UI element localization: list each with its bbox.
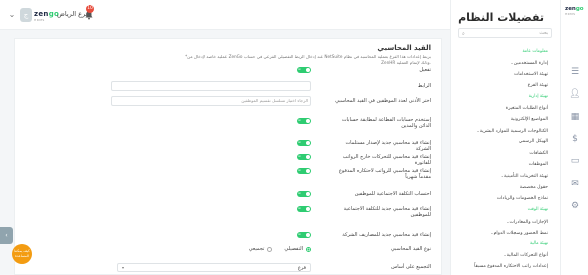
- sidebar-item[interactable]: الكشافات: [529, 151, 548, 156]
- sidebar-item[interactable]: أنواع الطلبات المتغيرة: [506, 106, 548, 111]
- avatar[interactable]: ج: [20, 8, 32, 22]
- label-allocation: اختر الأدنى لعدد الموظفين في القيد المحا…: [335, 98, 431, 104]
- accounting-entry-panel: القيد المحاسبي *عملية خاصة لإدخال من Zen…: [14, 38, 442, 275]
- label-enable: تفعيل: [419, 67, 431, 73]
- row-link: الرابط: [23, 81, 431, 93]
- row-entry-outside: إنشاء قيد محاسبي للتحركات خارج الرواتب ل…: [23, 154, 431, 166]
- sidebar-category: تهيئة إدارية: [528, 94, 548, 100]
- sidebar-item[interactable]: نماذج الخصومات والزيادات: [497, 196, 548, 201]
- label-entry-per-dept: إنشاء قيد محاسبي جديد لإصدار مستلمات الش…: [345, 140, 431, 152]
- label-split-accounts: إستخدم حسابات الفطاعة لمطابقة حسابات الد…: [341, 117, 431, 129]
- sidebar-item[interactable]: ⌄إدارة المستخدمين: [507, 60, 548, 66]
- menu-icon[interactable]: ☰: [569, 66, 581, 78]
- logo-sub: HRMS: [34, 18, 45, 22]
- chevron-down-icon[interactable]: ⌄: [6, 9, 18, 21]
- sidebar-item[interactable]: ⌄الإجازات والمغادرات: [503, 219, 548, 225]
- sidebar-item[interactable]: ⌄أنواع التحركات المالية: [500, 252, 548, 258]
- chat-icon[interactable]: ✉: [569, 178, 581, 190]
- section-description: *عملية خاصة لإدخال من ZenGo عند إدخال ال…: [185, 54, 431, 65]
- toggle-entry-per-dept[interactable]: on: [297, 140, 311, 146]
- row-group-by: التجميع على أساس فرع ▾: [23, 263, 431, 274]
- sidebar-category: تهيئة مالية: [530, 241, 548, 247]
- row-entry-social-cost: إنشاء قيد محاسبي جديد للتكلفة الاجتماعية…: [23, 206, 431, 218]
- row-split-accounts: إستخدم حسابات الفطاعة لمطابقة حسابات الد…: [23, 117, 431, 129]
- notification-badge: 10: [86, 5, 94, 13]
- sidebar-item[interactable]: المواضيع الإلكترونية: [511, 117, 548, 122]
- rail-logo[interactable]: zengo HRMS: [565, 6, 584, 16]
- sidebar-item[interactable]: الهيكل الرسمي: [519, 139, 548, 144]
- row-enable: تفعيل on: [23, 67, 431, 77]
- radio-detailed[interactable]: التفصيلي: [284, 246, 311, 252]
- group-by-select[interactable]: فرع ▾: [117, 263, 311, 272]
- logo-main: zen: [34, 10, 49, 18]
- search-icon: ⌕: [462, 30, 465, 37]
- toggle-total-cost[interactable]: on: [297, 191, 311, 197]
- label-total-cost: احتساب التكلفة الاجتماعية للموظفين: [354, 191, 431, 197]
- sidebar-item[interactable]: ⌄تهيئة التخزينات التأمينية: [498, 173, 548, 179]
- sidebar-search-input[interactable]: بحث ⌕: [458, 28, 552, 38]
- row-allocation: اختر الأدنى لعدد الموظفين في القيد المحا…: [23, 96, 431, 108]
- toggle-entry-expenses[interactable]: on: [297, 232, 311, 238]
- sidebar-item[interactable]: تهيئة الفرع: [528, 83, 548, 88]
- calendar-icon[interactable]: ▦: [569, 111, 581, 123]
- folder-icon[interactable]: ▭: [569, 155, 581, 167]
- toggle-split-accounts[interactable]: on: [297, 118, 311, 124]
- sidebar-item[interactable]: ⌄الكتالوجات الرسمية للموارد البشرية: [473, 128, 548, 134]
- section-title: القيد المحاسبي: [377, 44, 431, 52]
- sidebar-category: معلومات عامة: [522, 49, 548, 54]
- label-entry-social-cost: إنشاء قيد محاسبي جديد للتكلفة الاجتماعية…: [343, 206, 431, 218]
- radio-aggregate[interactable]: تجميعي: [249, 246, 273, 252]
- settings-sidebar: تفضيلات النظام بحث ⌕ معلومات عامة ⌄إدارة …: [450, 0, 560, 275]
- row-entry-type: نوع القيد المحاسبي التفصيلي تجميعي: [23, 246, 431, 256]
- sidebar-item[interactable]: تهيئة الاستخدامات: [514, 72, 548, 77]
- expand-tab[interactable]: ‹: [0, 227, 13, 244]
- icon-rail: zengo HRMS ☰ 👤︎ ▦ $ ▭ ✉ ⚙: [560, 0, 588, 275]
- row-total-cost: احتساب التكلفة الاجتماعية للموظفين on: [23, 191, 431, 201]
- toggle-enable[interactable]: on: [297, 67, 311, 73]
- label-entry-outside: إنشاء قيد محاسبي للتحركات خارج الرواتب ل…: [342, 154, 431, 166]
- help-button[interactable]: كيف يمكننا المساعدة: [12, 244, 32, 264]
- label-group-by: التجميع على أساس: [391, 264, 431, 270]
- link-input[interactable]: [111, 81, 311, 91]
- row-entry-per-dept: إنشاء قيد محاسبي جديد لإصدار مستلمات الش…: [23, 140, 431, 152]
- radio-dot: [306, 246, 311, 252]
- sidebar-title: تفضيلات النظام: [458, 11, 544, 24]
- header-logo[interactable]: zengo HRMS: [34, 10, 59, 22]
- chevron-down-icon: ▾: [122, 265, 125, 270]
- toggle-entry-advance[interactable]: on: [297, 168, 311, 174]
- sidebar-category: تهيئة الوقت: [527, 207, 548, 213]
- gear-icon[interactable]: ⚙: [569, 200, 581, 212]
- sidebar-item[interactable]: حقول مخصصة: [520, 185, 548, 190]
- label-link: الرابط: [417, 83, 431, 89]
- sidebar-item[interactable]: إعدادات راتب الاحتكاره المدفوع مسبقاً: [474, 264, 548, 269]
- toggle-entry-outside[interactable]: on: [297, 154, 311, 160]
- row-entry-expenses: إنشاء قيد محاسبي جديد للمصاريف الشركة on: [23, 232, 431, 242]
- sidebar-item[interactable]: الموظفات: [529, 162, 548, 167]
- user-icon[interactable]: 👤︎: [569, 88, 581, 100]
- dollar-icon[interactable]: $: [569, 133, 581, 145]
- sidebar-item[interactable]: ⌄نمط الحضور وسجلات الدوام: [487, 230, 548, 236]
- entry-type-radio-group: التفصيلي تجميعي: [249, 246, 311, 252]
- radio-dot: [267, 246, 273, 252]
- row-entry-advance: إنشاء قيد محاسبي للرواتب لاحتكاره المدفو…: [23, 168, 431, 180]
- label-entry-expenses: إنشاء قيد محاسبي جديد للمصاريف الشركة: [342, 232, 431, 238]
- label-entry-type: نوع القيد المحاسبي: [390, 246, 431, 252]
- toggle-entry-social-cost[interactable]: on: [297, 206, 311, 212]
- label-entry-advance: إنشاء قيد محاسبي للرواتب لاحتكاره المدفو…: [338, 168, 431, 180]
- top-header: ⌄ ج zengo HRMS فرع الرياض 10: [0, 0, 450, 30]
- allocation-placeholder: الرجاء اختيار تسلسل تقسيم الموظفين: [241, 98, 308, 103]
